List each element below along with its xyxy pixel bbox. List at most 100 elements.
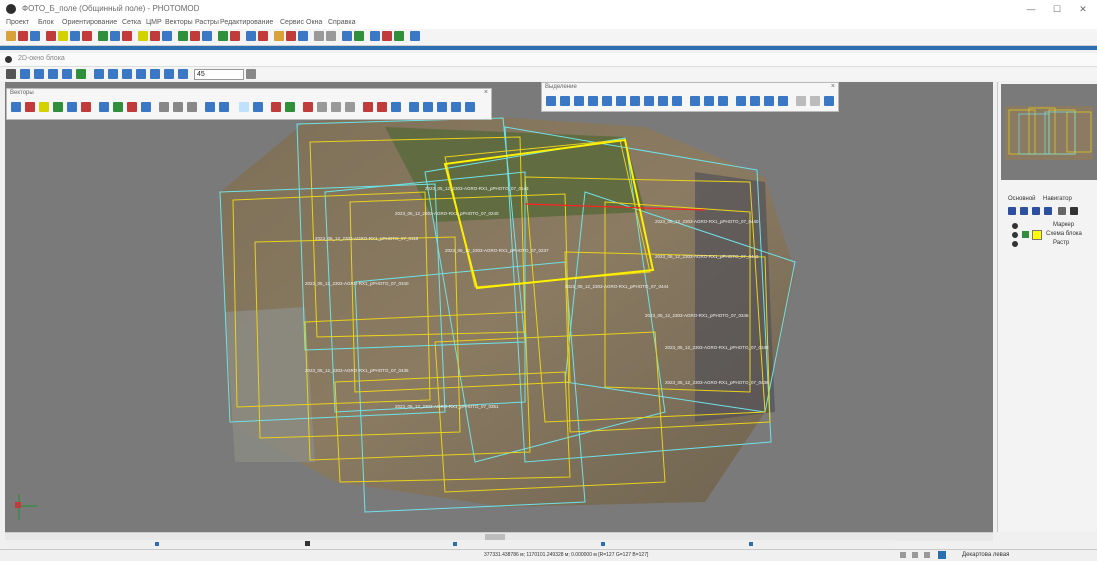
slider-marker[interactable] — [155, 542, 159, 546]
visibility-icon[interactable] — [1012, 241, 1018, 247]
visibility-icon[interactable] — [1012, 232, 1018, 238]
image-label[interactable]: 2023_05_12_2303-AGRO-RX1_pPHOTO_07_0442 — [655, 254, 759, 259]
block-icon[interactable] — [30, 31, 40, 41]
menu-item-orientation[interactable]: Ориентирование — [62, 19, 117, 26]
folder-icon[interactable] — [274, 31, 284, 41]
vectors-panel-close-icon[interactable]: × — [484, 89, 488, 96]
menu-item-rasters[interactable]: Растры — [195, 19, 219, 26]
layers-icon[interactable] — [190, 31, 200, 41]
vector-tool-icon[interactable] — [141, 102, 151, 112]
menu-item-dem[interactable]: ЦМР — [146, 19, 162, 26]
cascade-windows-icon[interactable] — [354, 31, 364, 41]
vector-tool-icon[interactable] — [409, 102, 419, 112]
status-icon[interactable] — [900, 552, 906, 558]
status-icon[interactable] — [912, 552, 918, 558]
slider-marker[interactable] — [749, 542, 753, 546]
vector-tool-icon[interactable] — [285, 102, 295, 112]
vector-tool-icon[interactable] — [113, 102, 123, 112]
selection-tool-icon[interactable] — [602, 96, 612, 106]
tile-windows-icon[interactable] — [342, 31, 352, 41]
vector-tool-icon[interactable] — [219, 102, 229, 112]
vector-tool-icon[interactable] — [239, 102, 249, 112]
menu-item-block[interactable]: Блок — [38, 19, 54, 26]
selection-tool-icon[interactable] — [796, 96, 806, 106]
adjustment-icon[interactable] — [82, 31, 92, 41]
grid-view-icon[interactable] — [370, 31, 380, 41]
selection-tool-icon[interactable] — [750, 96, 760, 106]
layer-color-swatch[interactable] — [1032, 230, 1042, 240]
visibility-icon[interactable] — [1012, 223, 1018, 229]
report-icon[interactable] — [382, 31, 392, 41]
image-label[interactable]: 2023_05_12_2303-AGRO-RX1_pPHOTO_07_0118 — [315, 236, 419, 241]
zoom-prev-icon[interactable] — [150, 69, 160, 79]
selection-tool-icon[interactable] — [764, 96, 774, 106]
tab-main[interactable]: Основной — [1008, 196, 1036, 202]
selection-tool-icon[interactable] — [778, 96, 788, 106]
layer-block-scheme[interactable]: Схема блока — [1046, 231, 1082, 237]
triangulation-icon[interactable] — [70, 31, 80, 41]
status-icon[interactable] — [924, 552, 930, 558]
vector-tool-icon[interactable] — [391, 102, 401, 112]
zoom-window-icon[interactable] — [122, 69, 132, 79]
orientation-icon[interactable] — [46, 31, 56, 41]
menu-item-edit[interactable]: Редактирование — [220, 19, 273, 26]
selection-tool-icon[interactable] — [672, 96, 682, 106]
vector-tool-icon[interactable] — [205, 102, 215, 112]
slider-marker[interactable] — [453, 542, 457, 546]
selection-tool-icon[interactable] — [574, 96, 584, 106]
vector-tool-icon[interactable] — [423, 102, 433, 112]
image-label[interactable]: 2023_05_12_2303-AGRO-RX1_pPHOTO_07_0237 — [445, 248, 549, 253]
menu-item-vectors[interactable]: Векторы — [165, 19, 193, 26]
layer-up-icon[interactable] — [1008, 207, 1016, 215]
dem-icon[interactable] — [98, 31, 108, 41]
edit-layer-icon[interactable] — [1022, 231, 1029, 238]
image-label[interactable]: 2023_05_12_2303-AGRO-RX1_pPHOTO_07_0436 — [665, 380, 769, 385]
selection-tool-icon[interactable] — [704, 96, 714, 106]
contours-icon[interactable] — [122, 31, 132, 41]
image-label[interactable]: 2023_05_12_2303-AGRO-RX1_pPHOTO_07_0349 — [665, 345, 769, 350]
table-icon[interactable] — [410, 31, 420, 41]
selection-tool-icon[interactable] — [588, 96, 598, 106]
measure-icon[interactable] — [230, 31, 240, 41]
vector-tool-icon[interactable] — [173, 102, 183, 112]
vector-tool-icon[interactable] — [451, 102, 461, 112]
selection-tool-icon[interactable] — [690, 96, 700, 106]
image-label[interactable]: 2023_05_12_2303-AGRO-RX1_pPHOTO_07_0240 — [395, 211, 499, 216]
redo-icon[interactable] — [326, 31, 336, 41]
export-icon[interactable] — [298, 31, 308, 41]
vector-tool-icon[interactable] — [127, 102, 137, 112]
layer-icon[interactable] — [76, 69, 86, 79]
vector-icon[interactable] — [138, 31, 148, 41]
snap-icon[interactable] — [62, 69, 72, 79]
layer-top-icon[interactable] — [1032, 207, 1040, 215]
selection-tool-icon[interactable] — [546, 96, 556, 106]
minimize-button[interactable]: — — [1018, 2, 1044, 16]
vector-tool-icon[interactable] — [331, 102, 341, 112]
mosaic-icon[interactable] — [162, 31, 172, 41]
vector-tool-icon[interactable] — [25, 102, 35, 112]
selection-tool-icon[interactable] — [736, 96, 746, 106]
image-label[interactable]: 2023_05_12_2303-AGRO-RX1_pPHOTO_07_0143 — [425, 186, 529, 191]
vector-tool-icon[interactable] — [53, 102, 63, 112]
selection-panel-close-icon[interactable]: × — [831, 83, 835, 90]
layer-marker[interactable]: Маркер — [1053, 222, 1074, 228]
slider-marker[interactable] — [601, 542, 605, 546]
vector-tool-icon[interactable] — [345, 102, 355, 112]
image-label[interactable]: 2023_05_12_2303-AGRO-RX1_pPHOTO_07_0351 — [395, 404, 499, 409]
image-label[interactable]: 2023_05_12_2303-AGRO-RX1_pPHOTO_07_0435 — [305, 368, 409, 373]
points-icon[interactable] — [58, 31, 68, 41]
coordinate-system-icon[interactable] — [938, 551, 946, 559]
map-canvas[interactable]: 2023_05_12_2303-AGRO-RX1_pPHOTO_07_0143 … — [5, 82, 993, 532]
vector-tool-icon[interactable] — [465, 102, 475, 112]
vector-tool-icon[interactable] — [187, 102, 197, 112]
menu-item-project[interactable]: Проект — [6, 19, 29, 26]
vector-tool-icon[interactable] — [159, 102, 169, 112]
vector-tool-icon[interactable] — [271, 102, 281, 112]
select-icon[interactable] — [34, 69, 44, 79]
vector-tool-icon[interactable] — [39, 102, 49, 112]
vector-tool-icon[interactable] — [99, 102, 109, 112]
slider-handle[interactable] — [305, 541, 310, 546]
menu-item-help[interactable]: Справка — [328, 19, 355, 26]
layer-settings-icon[interactable] — [1058, 207, 1066, 215]
map-icon[interactable] — [218, 31, 228, 41]
